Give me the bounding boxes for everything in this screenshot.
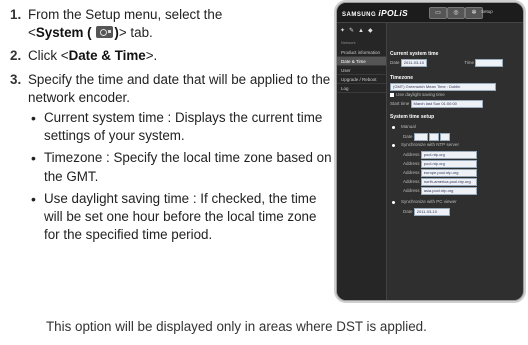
ntp-address-row: Address pool.ntp.org (403, 151, 477, 159)
sidebar: ✦✎▲◆ Network Product information Date & … (337, 23, 387, 300)
sidebar-item-product-info[interactable]: Product information (337, 48, 386, 57)
bullet-timezone: Timezone : Specify the local time zone b… (28, 149, 332, 185)
step-text: Click < (28, 48, 69, 64)
start-time-row: Start time March last Sun 01:00:00 (390, 100, 483, 108)
sidebar-label: Network (341, 40, 356, 45)
instructions: 1. From the Setup menu, select the <Syst… (10, 6, 332, 249)
bullet-list: Current system time : Displays the curre… (28, 109, 332, 244)
ntp-address-row: Address pool.ntp.org (403, 160, 477, 168)
date-time-label: Date & Time (68, 48, 146, 64)
timezone-select[interactable]: (GMT) Greenwich Mean Time : Dublin (390, 83, 496, 91)
dst-checkbox[interactable] (390, 92, 394, 97)
manual-date-row: Date (403, 133, 451, 141)
bullet-current-time: Current system time : Displays the curre… (28, 109, 332, 145)
step-text: >. (145, 48, 158, 64)
pc-radio[interactable] (392, 201, 395, 204)
logo: SAMSUNG iPOLiS (342, 8, 409, 18)
day-select[interactable] (440, 133, 451, 141)
pc-date-row: Date 2011-03-10 (403, 208, 450, 216)
sidebar-item-date-time[interactable]: Date & Time (337, 57, 386, 66)
step-text: < (28, 25, 36, 41)
step-text: > tab. (118, 25, 153, 41)
setup-screenshot: SAMSUNG iPOLiS ▭ ◎ ✲ Setup ✦✎▲◆ Network … (336, 2, 524, 301)
step-text: Specify the time and date that will be a… (28, 71, 331, 105)
ntp-address-row: Address north-america.pool.ntp.org (403, 178, 477, 186)
system-tab-label: System ( (35, 25, 92, 41)
ntp-label: Synchronize with NTP server (401, 142, 459, 147)
step-2: 2. Click <Date & Time>. (10, 47, 332, 65)
step-3: 3. Specify the time and date that will b… (10, 71, 332, 245)
manual-label: Manual (401, 124, 416, 129)
start-time-field[interactable]: March last Sun 01:00:00 (410, 100, 483, 108)
top-bar: SAMSUNG iPOLiS ▭ ◎ ✲ Setup (337, 3, 523, 23)
section-timezone: Timezone (390, 75, 413, 81)
ntp-address-row: Address europe.pool.ntp.org (403, 169, 477, 177)
setup-label: Setup (481, 9, 493, 14)
camera-gear-icon (96, 26, 114, 39)
step-number: 1. (10, 7, 22, 22)
sidebar-item-upgrade[interactable]: Upgrade / Reboot (337, 75, 386, 84)
section-time-setup: System time setup (390, 114, 435, 120)
pc-label: Synchronize with PC viewer (401, 199, 457, 204)
sidebar-icons: ✦✎▲◆ (340, 28, 377, 34)
step-number: 3. (10, 71, 22, 87)
dst-note: This option will be displayed only in ar… (46, 319, 427, 334)
timezone-row: (GMT) Greenwich Mean Time : Dublin (390, 83, 496, 91)
step-1: 1. From the Setup menu, select the <Syst… (10, 6, 332, 42)
section-current-time: Current system time (390, 51, 439, 57)
sidebar-item-log[interactable]: Log (337, 84, 386, 93)
month-select[interactable] (429, 133, 440, 141)
year-select[interactable] (413, 133, 428, 141)
ntp-address-row: Address asia.pool.ntp.org (403, 187, 477, 195)
current-date-field: 2011-03-10 (400, 59, 427, 67)
bullet-dst: Use daylight saving time : If checked, t… (28, 190, 332, 245)
current-date-row: Date 2011-03-10 Time (390, 59, 504, 67)
monitor-icon[interactable]: ▭ (429, 7, 447, 19)
sidebar-item-user[interactable]: User (337, 66, 386, 75)
content-panel: Current system time Date 2011-03-10 Time… (387, 23, 523, 300)
current-time-field (475, 59, 504, 67)
step-text: From the Setup menu, select the (28, 7, 223, 22)
dst-row: Use daylight saving time (390, 92, 445, 97)
manual-radio[interactable] (392, 126, 395, 129)
ntp-radio[interactable] (392, 144, 395, 147)
search-icon[interactable]: ◎ (447, 7, 465, 19)
step-number: 2. (10, 48, 22, 64)
